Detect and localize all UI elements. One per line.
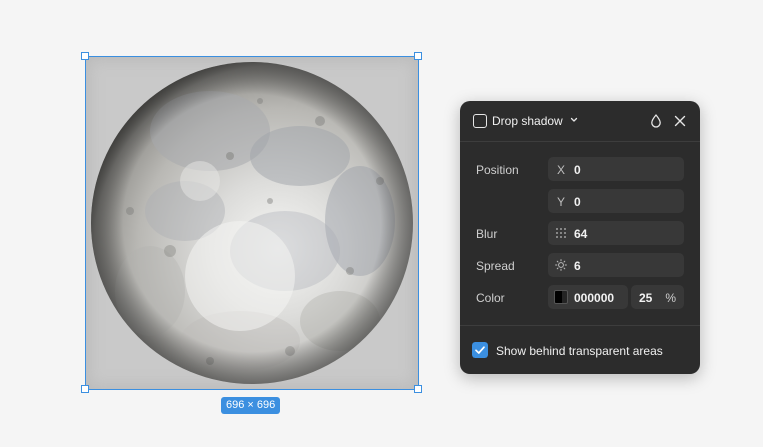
opacity-field[interactable]: 25 % [631,285,684,309]
show-behind-checkbox[interactable] [472,342,488,358]
drop-icon[interactable] [648,113,664,129]
y-prefix: Y [557,195,566,209]
spread-value[interactable]: 6 [574,259,581,273]
panel-header: Drop shadow [460,101,700,141]
y-value[interactable]: 0 [574,195,581,209]
resize-handle-top-left[interactable] [81,52,89,60]
resize-handle-bottom-left[interactable] [81,385,89,393]
x-value[interactable]: 0 [574,163,581,177]
chevron-down-icon[interactable] [569,115,579,125]
blur-value[interactable]: 64 [574,227,587,241]
x-prefix: X [557,163,566,177]
color-label: Color [476,291,505,305]
footer-divider [460,325,700,326]
blur-label: Blur [476,227,498,241]
swatch-solid [555,291,562,303]
spread-label: Spread [476,259,515,273]
show-behind-label[interactable]: Show behind transparent areas [496,344,663,358]
opacity-unit: % [665,291,676,305]
color-field[interactable]: 000000 [548,285,628,309]
color-hex[interactable]: 000000 [574,291,614,305]
swatch-transparent [562,291,567,303]
spread-field[interactable]: 6 [548,253,684,277]
close-icon[interactable] [672,113,688,129]
opacity-value[interactable]: 25 [639,291,652,305]
effect-square-icon [473,114,487,128]
x-field[interactable]: X 0 [548,157,684,181]
spread-icon [555,259,567,271]
blur-icon [556,228,566,238]
moon-image [90,61,414,385]
resize-handle-bottom-right[interactable] [414,385,422,393]
y-field[interactable]: Y 0 [548,189,684,213]
resize-handle-top-right[interactable] [414,52,422,60]
drop-shadow-panel: Drop shadow Position X 0 Y 0 Blur 64 Spr… [460,101,700,374]
blur-field[interactable]: 64 [548,221,684,245]
effect-type-label[interactable]: Drop shadow [492,114,563,128]
size-badge: 696 × 696 [221,397,281,414]
header-divider [460,141,700,142]
position-label: Position [476,163,519,177]
color-swatch[interactable] [554,290,568,304]
